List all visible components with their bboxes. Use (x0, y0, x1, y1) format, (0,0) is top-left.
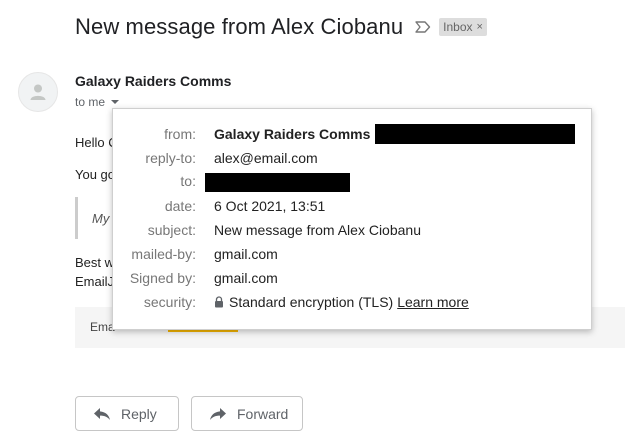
detail-label: to: (180, 173, 196, 189)
body-quote: My (92, 211, 110, 226)
email-subject: New message from Alex Ciobanu (75, 14, 404, 39)
redacted-to-address (205, 173, 350, 192)
label-important-outline-icon[interactable] (415, 21, 431, 33)
detail-label: from: (164, 126, 196, 142)
body-signoff: Best w (75, 255, 115, 270)
recipient-summary-text: to me (75, 95, 106, 109)
lock-icon (214, 296, 224, 308)
detail-label: reply-to: (145, 150, 196, 166)
sender-name: Galaxy Raiders Comms (75, 73, 232, 89)
detail-row-mailed-by: mailed-by: gmail.com (113, 244, 591, 264)
detail-label: mailed-by: (131, 246, 196, 262)
detail-row-from: from: Galaxy Raiders Comms (113, 124, 591, 144)
date-value: 6 Oct 2021, 13:51 (214, 198, 326, 214)
subject-value: New message from Alex Ciobanu (214, 222, 421, 238)
detail-row-reply-to: reply-to: alex@email.com (113, 148, 591, 168)
footer-link-accent (168, 330, 238, 332)
reply-to-address: alex@email.com (214, 150, 318, 166)
detail-row-signed-by: Signed by: gmail.com (113, 268, 591, 288)
learn-more-link[interactable]: Learn more (397, 292, 469, 312)
detail-value-from: Galaxy Raiders Comms (214, 124, 576, 144)
body-line: You go (75, 167, 116, 182)
recipient-summary[interactable]: to me (75, 95, 120, 109)
forward-button[interactable]: Forward (191, 396, 303, 431)
reply-label: Reply (121, 405, 157, 422)
person-icon (30, 84, 46, 100)
mailed-by-value: gmail.com (214, 246, 278, 262)
message-details-popup: from: Galaxy Raiders Comms reply-to: ale… (112, 108, 592, 330)
reply-icon (93, 407, 111, 421)
inbox-label-text: Inbox (443, 20, 473, 34)
subject-header: New message from Alex Ciobanu Inbox × (75, 14, 487, 40)
detail-row-to: to: (113, 171, 591, 192)
quote-bar (75, 197, 78, 239)
redacted-from-address (375, 124, 576, 144)
detail-label: Signed by: (129, 270, 196, 286)
forward-label: Forward (237, 405, 289, 422)
reply-button[interactable]: Reply (75, 396, 179, 431)
detail-row-subject: subject: New message from Alex Ciobanu (113, 220, 591, 240)
forward-icon (209, 407, 227, 421)
detail-row-date: date: 6 Oct 2021, 13:51 (113, 196, 591, 216)
body-signature: EmailJ (75, 274, 115, 289)
detail-label: date: (164, 198, 196, 214)
remove-label-icon[interactable]: × (477, 20, 483, 34)
caret-down-icon[interactable] (111, 100, 120, 104)
detail-label: subject: (147, 222, 196, 238)
security-value: Standard encryption (TLS) Learn more (214, 292, 469, 312)
footer-text: Ema (90, 320, 115, 334)
inbox-label-chip[interactable]: Inbox × (439, 18, 487, 36)
signed-by-value: gmail.com (214, 270, 278, 286)
sender-avatar[interactable] (18, 72, 58, 112)
from-name: Galaxy Raiders Comms (214, 126, 371, 142)
security-text: Standard encryption (TLS) (229, 294, 394, 310)
detail-row-security: security: Standard encryption (TLS) Lear… (113, 292, 591, 312)
detail-label: security: (143, 294, 196, 310)
